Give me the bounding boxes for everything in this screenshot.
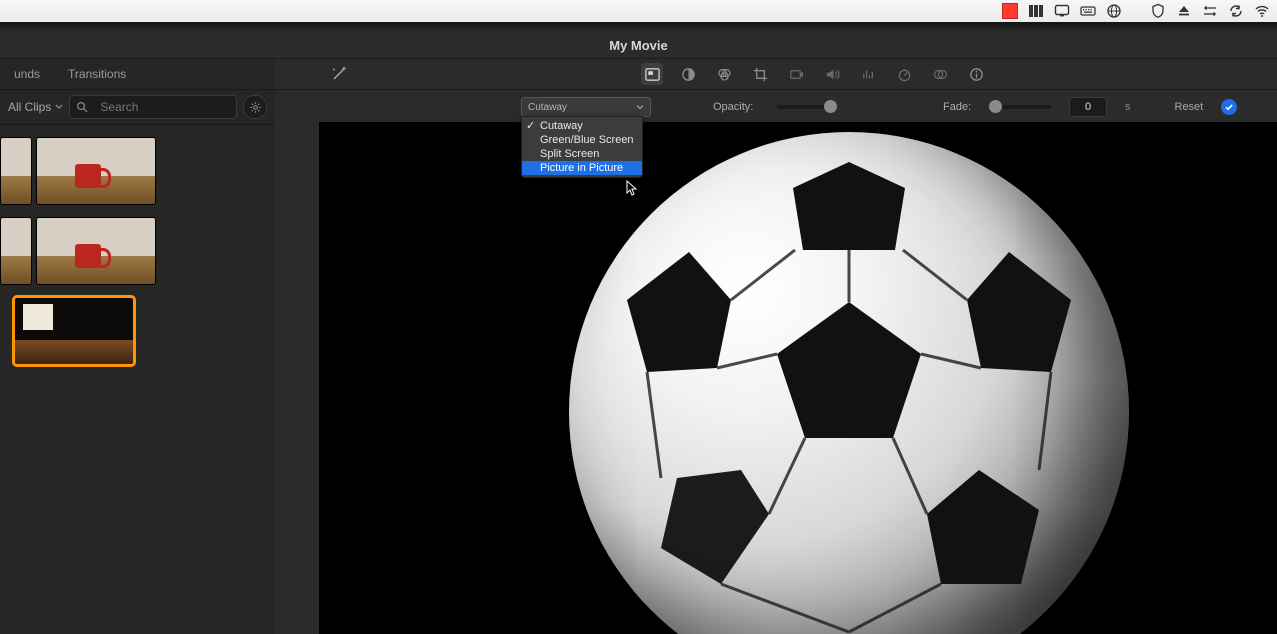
fade-slider[interactable] [991, 105, 1051, 109]
fade-unit: s [1125, 101, 1131, 113]
overlay-mode-select[interactable]: Cutaway [521, 97, 651, 117]
gear-icon [249, 101, 262, 114]
clip-filter-button[interactable] [929, 63, 951, 85]
clips-filter-popup[interactable]: All Clips [8, 100, 63, 114]
viewer-area: Cutaway Cutaway Green/Blue Screen Split … [275, 58, 1277, 634]
sync-icon[interactable] [1227, 2, 1245, 20]
soccer-ball-image [569, 132, 1129, 634]
opacity-slider[interactable] [777, 105, 837, 109]
menu-item-green-blue-screen[interactable]: Green/Blue Screen [522, 133, 642, 147]
noise-reduction-button[interactable] [857, 63, 879, 85]
volume-button[interactable] [821, 63, 843, 85]
apply-button[interactable] [1221, 99, 1237, 115]
layout-icon[interactable] [1027, 2, 1045, 20]
color-balance-button[interactable] [677, 63, 699, 85]
info-button[interactable] [965, 63, 987, 85]
video-overlay-button[interactable] [641, 63, 663, 85]
speed-button[interactable] [893, 63, 915, 85]
clip-thumbnail[interactable] [0, 137, 32, 205]
clip-thumbnail-selected[interactable] [14, 297, 134, 365]
macos-menubar [0, 0, 1277, 23]
clip-thumbnail[interactable] [0, 217, 32, 285]
clip-thumbnail[interactable] [36, 217, 156, 285]
search-input[interactable]: Search [69, 95, 237, 119]
reset-button[interactable]: Reset [1175, 101, 1204, 113]
search-icon [76, 101, 88, 113]
menu-item-picture-in-picture[interactable]: Picture in Picture [522, 161, 642, 175]
clip-thumbnail[interactable] [36, 137, 156, 205]
media-browser: unds Transitions All Clips Search [0, 58, 276, 634]
overlay-mode-menu: Cutaway Green/Blue Screen Split Screen P… [521, 116, 643, 178]
imovie-window: My Movie unds Transitions All Clips Sear… [0, 22, 1277, 634]
cursor-icon [626, 180, 640, 196]
project-title: My Movie [0, 32, 1277, 58]
globe-icon[interactable] [1105, 2, 1123, 20]
color-correction-button[interactable] [713, 63, 735, 85]
enhance-button[interactable] [329, 64, 349, 84]
fade-label: Fade: [943, 101, 973, 113]
menu-item-split-screen[interactable]: Split Screen [522, 147, 642, 161]
fade-value-field[interactable]: 0 [1069, 97, 1107, 117]
chevron-down-icon [636, 103, 644, 111]
preview-viewer[interactable] [319, 122, 1277, 634]
menu-item-cutaway[interactable]: Cutaway [522, 119, 642, 133]
adjust-toolbar [275, 58, 1277, 90]
overlay-controls: Cutaway Cutaway Green/Blue Screen Split … [275, 90, 1277, 124]
keyboard-icon[interactable] [1079, 2, 1097, 20]
stabilization-button[interactable] [785, 63, 807, 85]
tab-backgrounds-partial[interactable]: unds [0, 59, 54, 89]
crop-button[interactable] [749, 63, 771, 85]
wifi-icon[interactable] [1253, 2, 1271, 20]
shield-icon[interactable] [1149, 2, 1167, 20]
clip-thumbnails [0, 125, 275, 365]
tab-transitions[interactable]: Transitions [54, 59, 140, 89]
display-icon[interactable] [1053, 2, 1071, 20]
library-tabs: unds Transitions [0, 58, 275, 90]
toggles-icon[interactable] [1201, 2, 1219, 20]
eject-icon[interactable] [1175, 2, 1193, 20]
rec-indicator-icon [1001, 2, 1019, 20]
opacity-label: Opacity: [713, 101, 759, 113]
check-icon [1224, 102, 1234, 112]
browser-settings-button[interactable] [243, 95, 267, 119]
